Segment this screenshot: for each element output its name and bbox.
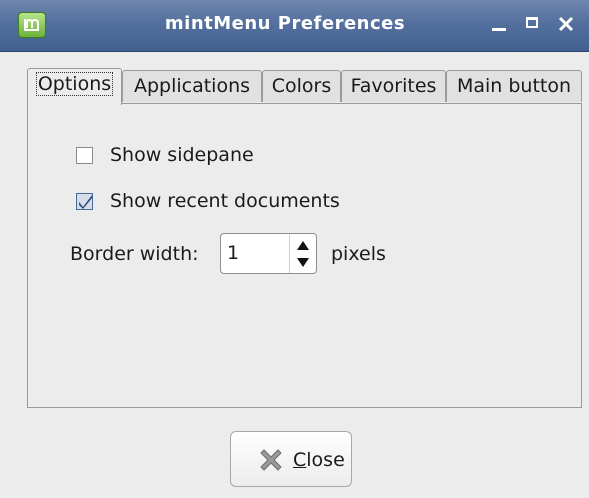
tab-colors-label: Colors bbox=[271, 75, 332, 97]
border-width-unit: pixels bbox=[331, 243, 386, 265]
maximize-button[interactable] bbox=[524, 14, 542, 34]
close-button-mnemonic: C bbox=[293, 449, 307, 471]
window-title: mintMenu Preferences bbox=[164, 13, 406, 34]
show-recent-documents-checkbox[interactable] bbox=[76, 193, 93, 210]
show-sidepane-checkbox[interactable] bbox=[76, 147, 93, 164]
window-close-button[interactable] bbox=[557, 14, 575, 34]
close-button-label-rest: lose bbox=[306, 449, 345, 471]
close-button-label: Close bbox=[293, 449, 345, 471]
show-sidepane-label: Show sidepane bbox=[110, 144, 254, 166]
mint-app-icon[interactable] bbox=[18, 12, 46, 38]
title-bar[interactable]: mintMenu Preferences bbox=[0, 0, 589, 52]
tab-applications[interactable]: Applications bbox=[122, 70, 262, 102]
checkmark-icon bbox=[79, 195, 92, 209]
show-recent-documents-label: Show recent documents bbox=[110, 190, 340, 212]
spin-buttons bbox=[289, 234, 316, 273]
spin-down-arrow-icon[interactable] bbox=[297, 258, 309, 267]
tab-main-button[interactable]: Main button bbox=[446, 70, 582, 102]
border-width-spinbox[interactable] bbox=[220, 233, 317, 274]
spin-up-arrow-icon[interactable] bbox=[297, 241, 309, 250]
minimize-button[interactable] bbox=[490, 14, 508, 34]
tab-applications-label: Applications bbox=[133, 75, 251, 97]
close-button[interactable]: Close bbox=[230, 431, 352, 487]
border-width-label: Border width: bbox=[70, 243, 199, 265]
tab-options-label: Options bbox=[35, 72, 114, 96]
tab-main-button-label: Main button bbox=[456, 75, 572, 97]
tab-favorites[interactable]: Favorites bbox=[341, 70, 446, 102]
border-width-input[interactable] bbox=[227, 242, 287, 264]
tab-favorites-label: Favorites bbox=[350, 75, 437, 97]
close-x-icon bbox=[260, 449, 282, 471]
tab-colors[interactable]: Colors bbox=[262, 70, 341, 102]
tab-options[interactable]: Options bbox=[27, 68, 122, 105]
